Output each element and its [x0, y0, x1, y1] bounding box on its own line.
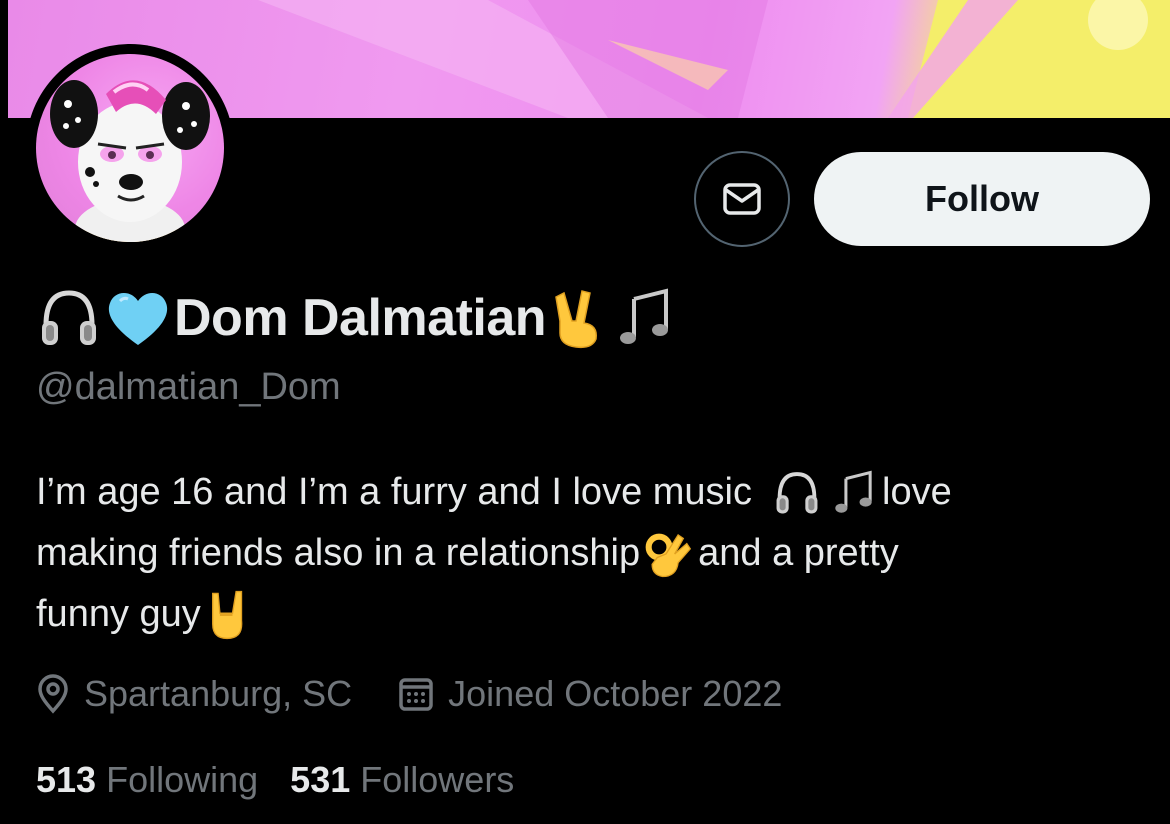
user-handle: @dalmatian_Dom [36, 366, 341, 408]
sign-of-the-horns-emoji [211, 590, 243, 639]
dalmatian-avatar-art [50, 80, 210, 242]
message-button[interactable] [694, 151, 790, 247]
location-text: Spartanburg, SC [84, 673, 353, 714]
bio-text: I’m age 16 and I’m a furry and I love mu… [36, 471, 752, 513]
followers-label: Followers [360, 759, 515, 800]
follow-button[interactable]: Follow [814, 152, 1150, 246]
bio-line: funny guy [36, 584, 1146, 645]
ok-hand-emoji [645, 533, 692, 577]
followers-count: 531 [290, 759, 351, 800]
bio-line: I’m age 16 and I’m a furry and I love mu… [36, 462, 1146, 523]
bio-line: making friends also in a relationship an… [36, 523, 1146, 584]
envelope-icon [723, 183, 761, 215]
followers-link[interactable]: 531 Followers [290, 759, 514, 801]
display-name: Dom Dalmatian [174, 289, 547, 347]
headphones-emoji [776, 471, 818, 513]
join-date: Joined October 2022 [398, 673, 782, 715]
profile-meta: Spartanburg, SC Joined October 2022 [36, 666, 782, 722]
headphones-emoji [42, 290, 96, 345]
musical-notes-emoji [835, 470, 872, 513]
following-label: Following [106, 759, 259, 800]
bio-text: funny guy [36, 593, 201, 635]
avatar[interactable] [36, 54, 224, 242]
musical-notes-emoji [620, 288, 669, 344]
bio-text: and a pretty [698, 532, 899, 574]
display-name-row: Dom Dalmatian [36, 280, 678, 356]
following-link[interactable]: 513 Following [36, 759, 258, 801]
victory-hand-emoji [555, 290, 598, 349]
location-pin-icon [38, 674, 68, 714]
bio-text: making friends also in a relationship [36, 532, 641, 574]
follow-stats: 513 Following 531 Followers [36, 752, 514, 808]
profile-bio: I’m age 16 and I’m a furry and I love mu… [36, 462, 1146, 645]
location: Spartanburg, SC [36, 673, 352, 715]
join-date-text: Joined October 2022 [448, 673, 783, 714]
following-count: 513 [36, 759, 97, 800]
light-blue-heart-emoji [108, 292, 168, 345]
bio-text: love [882, 471, 952, 513]
calendar-icon [399, 678, 433, 711]
